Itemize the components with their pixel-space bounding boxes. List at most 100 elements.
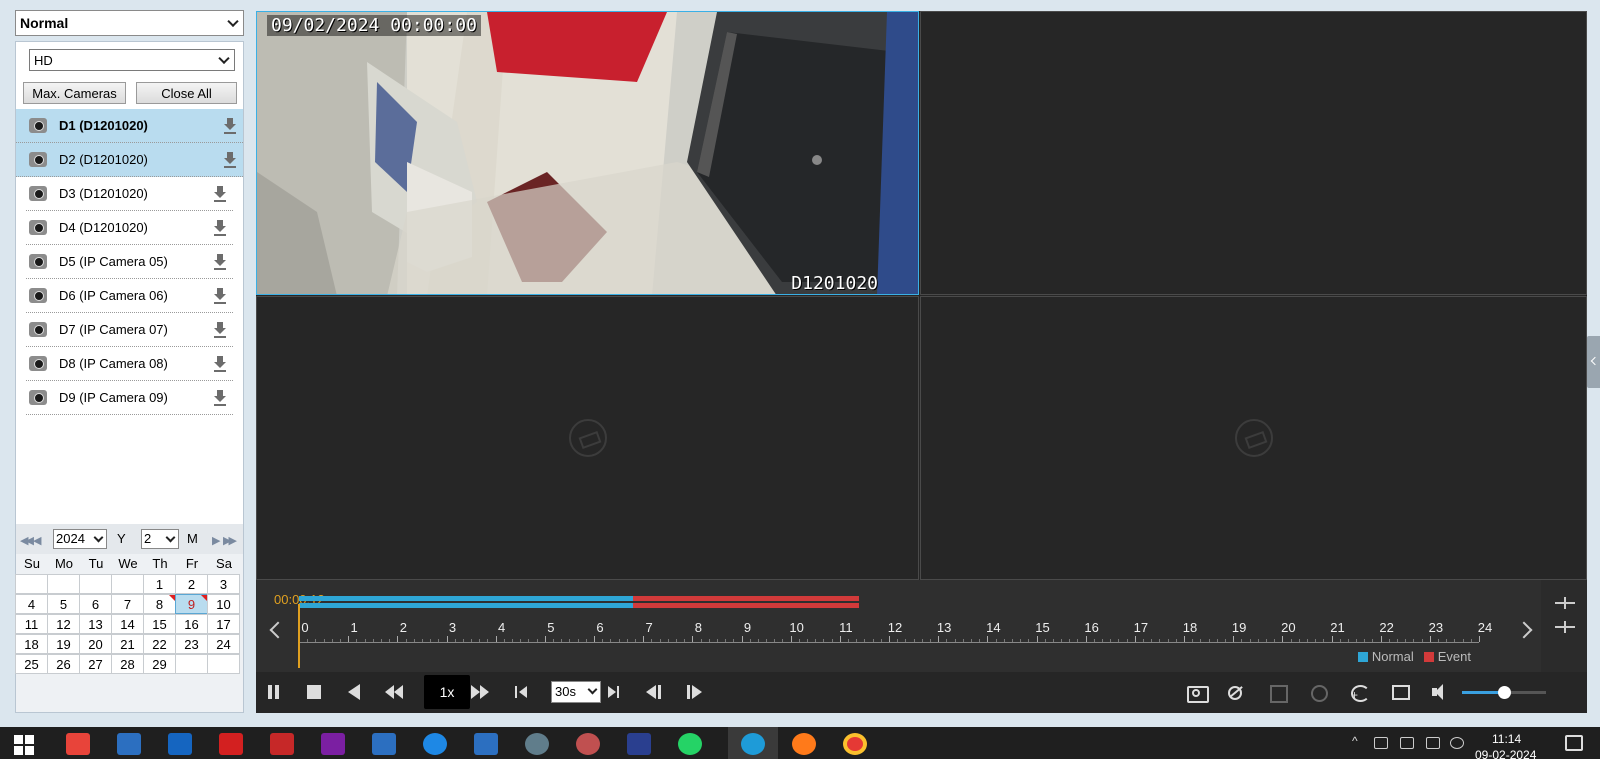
volume-icon[interactable]	[1430, 682, 1450, 702]
rotate-icon[interactable]	[1349, 682, 1370, 702]
download-icon[interactable]	[213, 356, 227, 372]
download-icon[interactable]	[213, 288, 227, 304]
calendar-day[interactable]: 7	[111, 594, 144, 614]
app-icon[interactable]	[321, 733, 345, 755]
whatsapp-icon[interactable]	[678, 733, 702, 755]
video-pane-3[interactable]	[256, 296, 919, 580]
speed-up-icon[interactable]	[470, 682, 490, 702]
volume-handle[interactable]	[1498, 686, 1511, 699]
prev-month-icon[interactable]: ◀	[33, 534, 42, 547]
stream-quality-select[interactable]: HD	[29, 49, 235, 71]
app-icon[interactable]	[627, 733, 651, 755]
download-icon[interactable]	[213, 390, 227, 406]
app-icon[interactable]	[117, 733, 141, 755]
camera-item[interactable]: D5 (IP Camera 05)	[26, 245, 233, 279]
camera-item[interactable]: D1 (D1201020)	[16, 109, 243, 143]
calendar-day[interactable]: 29	[143, 654, 176, 674]
timeline-scale[interactable]: 0 1 2 3 4 5 6 7 8 9 10 11 12 13 14 15 16 17 18 19 20 21 22 23 24	[299, 580, 1492, 672]
next-month-icon[interactable]: ▶	[212, 534, 221, 547]
calendar-day[interactable]: 8	[143, 594, 176, 614]
video-pane-1[interactable]: 09/02/2024 00:00:00 D1201020	[256, 11, 919, 295]
download-icon[interactable]	[223, 118, 237, 134]
calendar-day[interactable]: 23	[175, 634, 208, 654]
event-recording-bar[interactable]	[633, 603, 860, 608]
frame-back-icon[interactable]	[644, 682, 664, 702]
calendar-day[interactable]: 1	[143, 574, 176, 594]
close-all-button[interactable]: Close All	[136, 82, 237, 104]
notifications-icon[interactable]	[1565, 735, 1583, 751]
calendar-day[interactable]: 22	[143, 634, 176, 654]
calendar-day[interactable]: 10	[207, 594, 240, 614]
firefox-icon[interactable]	[792, 733, 816, 755]
clip-icon[interactable]	[1226, 682, 1246, 702]
max-cameras-button[interactable]: Max. Cameras	[23, 82, 126, 104]
download-icon[interactable]	[213, 322, 227, 338]
outlook-icon[interactable]	[168, 733, 192, 755]
app-icon[interactable]	[66, 733, 90, 755]
calendar-day[interactable]: 6	[79, 594, 112, 614]
calendar-day[interactable]: 3	[207, 574, 240, 594]
calendar-day[interactable]: 5	[47, 594, 80, 614]
zoom-out-timeline-icon[interactable]	[1555, 596, 1575, 610]
chrome-icon[interactable]	[843, 733, 867, 755]
prev-year-icon[interactable]: ◀◀	[20, 534, 34, 547]
timeline-next-icon[interactable]	[1515, 621, 1533, 639]
camera-item[interactable]: D2 (D1201020)	[16, 143, 243, 177]
event-recording-bar[interactable]	[633, 596, 860, 601]
slow-down-icon[interactable]	[384, 682, 404, 702]
stop-icon[interactable]	[304, 682, 324, 702]
calendar-day[interactable]: 24	[207, 634, 240, 654]
internet-explorer-icon[interactable]	[423, 733, 447, 755]
clock-date[interactable]: 09-02-2024	[1475, 748, 1536, 759]
windows-start-icon[interactable]	[14, 735, 34, 755]
clock-time[interactable]: 11:14	[1492, 732, 1521, 746]
edge-icon[interactable]	[741, 733, 765, 755]
skip-forward-icon[interactable]	[606, 682, 626, 702]
app-icon[interactable]	[576, 733, 600, 755]
camera-item[interactable]: D8 (IP Camera 08)	[26, 347, 233, 381]
fisheye-icon[interactable]	[1390, 682, 1410, 702]
calendar-day[interactable]: 26	[47, 654, 80, 674]
digital-zoom-icon[interactable]	[1308, 682, 1328, 702]
calendar-day[interactable]: 12	[47, 614, 80, 634]
calendar-day[interactable]: 20	[79, 634, 112, 654]
camera-item[interactable]: D7 (IP Camera 07)	[26, 313, 233, 347]
calendar-day[interactable]: 18	[15, 634, 48, 654]
download-icon[interactable]	[213, 254, 227, 270]
calendar-day[interactable]: 19	[47, 634, 80, 654]
calendar-day[interactable]: 28	[111, 654, 144, 674]
show-hidden-icons-icon[interactable]: ^	[1352, 734, 1366, 748]
camera-item[interactable]: D9 (IP Camera 09)	[26, 381, 233, 415]
next-year-icon[interactable]: ▶▶	[223, 534, 237, 547]
app-icon[interactable]	[270, 733, 294, 755]
battery-icon[interactable]	[1426, 737, 1440, 749]
mode-select[interactable]: Normal	[15, 10, 244, 36]
video-pane-2[interactable]	[920, 11, 1587, 295]
month-select[interactable]: 2	[141, 529, 179, 549]
calendar-day[interactable]: 2	[175, 574, 208, 594]
collapse-panel-handle[interactable]	[1587, 336, 1600, 388]
calendar-day[interactable]: 27	[79, 654, 112, 674]
timeline-area[interactable]: 00:00:12 0123456789101112131415161718192…	[256, 580, 1541, 672]
download-icon[interactable]	[213, 186, 227, 202]
frame-forward-icon[interactable]	[684, 682, 704, 702]
save-clip-icon[interactable]	[1267, 682, 1288, 703]
calendar-day[interactable]: 16	[175, 614, 208, 634]
camera-item[interactable]: D3 (D1201020)	[26, 177, 233, 211]
settings-icon[interactable]	[525, 733, 549, 755]
calendar-day[interactable]: 15	[143, 614, 176, 634]
download-icon[interactable]	[213, 220, 227, 236]
calendar-day[interactable]: 13	[79, 614, 112, 634]
play-backward-icon[interactable]	[345, 682, 365, 702]
app-icon[interactable]	[474, 733, 498, 755]
calendar-day[interactable]: 11	[15, 614, 48, 634]
camera-item[interactable]: D6 (IP Camera 06)	[26, 279, 233, 313]
download-icon[interactable]	[223, 152, 237, 168]
timeline-prev-icon[interactable]	[269, 621, 287, 639]
timeline-cursor[interactable]	[298, 604, 300, 668]
skip-back-icon[interactable]	[512, 682, 532, 702]
calendar-day[interactable]: 9	[175, 594, 208, 614]
snapshot-icon[interactable]	[1186, 682, 1209, 703]
skip-interval-select[interactable]: 30s	[551, 681, 601, 703]
video-pane-4[interactable]	[920, 296, 1587, 580]
